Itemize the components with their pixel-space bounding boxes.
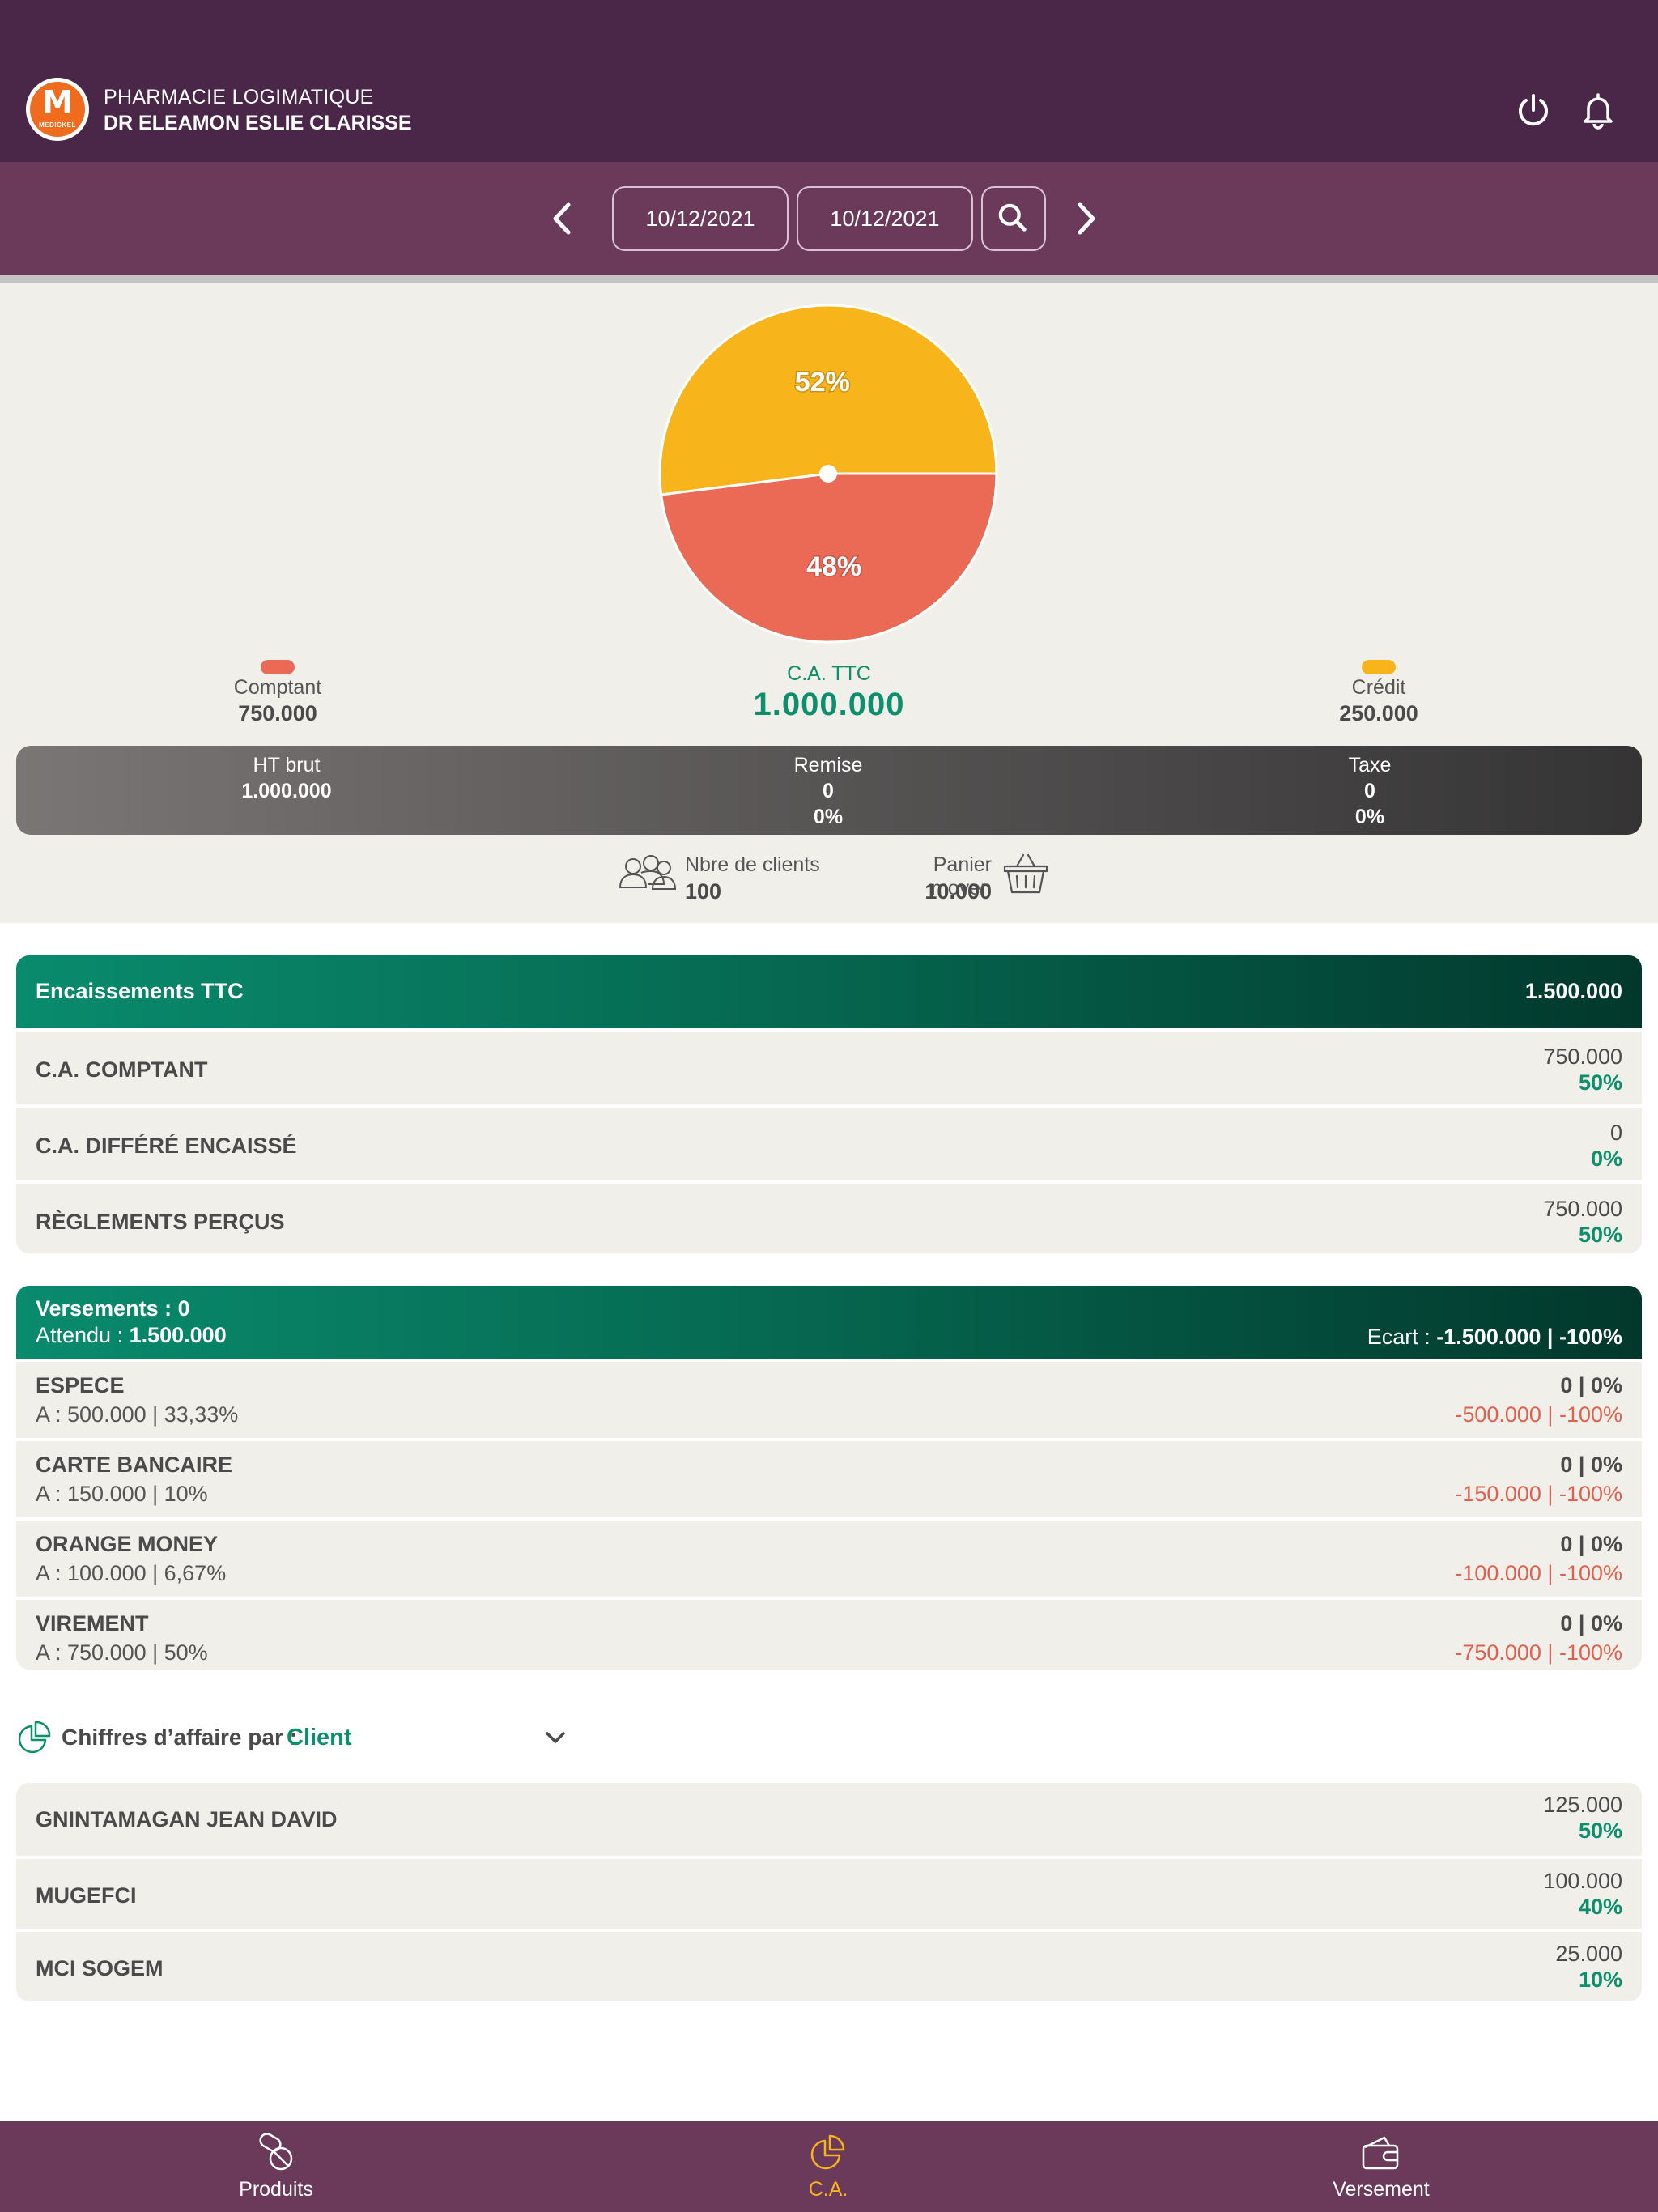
list-item[interactable]: MCI SOGEM 25.000 10% (16, 1929, 1642, 2001)
pie-chart-icon (18, 1721, 51, 1754)
credit-value: 250.000 (1339, 701, 1418, 725)
versements-header: Versements : 0 Attendu : 1.500.000 Ecart… (16, 1286, 1642, 1359)
encaissements-header: Encaissements TTC 1.500.000 (16, 955, 1642, 1028)
search-button[interactable] (981, 186, 1046, 251)
taxe: Taxe 0 0% (1348, 754, 1392, 828)
list-item: C.A. COMPTANT 750.000 50% (16, 1028, 1642, 1104)
tab-versement[interactable]: Versement (1260, 2121, 1503, 2212)
date-from-field[interactable]: 10/12/2021 (612, 186, 789, 251)
pie-slice-label: 48% (806, 551, 861, 582)
chevron-down-icon[interactable] (541, 1725, 570, 1750)
versements-card: Versements : 0 Attendu : 1.500.000 Ecart… (16, 1286, 1642, 1670)
list-item: CARTE BANCAIRE A : 150.000 | 10% 0 | 0% … (16, 1438, 1642, 1517)
bell-icon[interactable] (1575, 87, 1621, 133)
comptant-legend-swatch (261, 660, 295, 674)
pie-center-dot (819, 465, 837, 483)
users-icon (619, 855, 677, 890)
search-icon (998, 203, 1027, 232)
clients-count-label: Nbre de clients (685, 853, 820, 876)
ca-par-label: Chiffres d’affaire par : (62, 1725, 297, 1750)
ca-ttc-value: 1.000.000 (753, 687, 905, 722)
pharmacy-name: PHARMACIE LOGIMATIQUE (104, 86, 374, 108)
average-basket-value: 10.000 (925, 879, 992, 904)
clients-count-value: 100 (685, 879, 722, 904)
list-item: RÈGLEMENTS PERÇUS 750.000 50% (16, 1180, 1642, 1253)
app-logo: M MEDICKEL (26, 78, 89, 141)
bottom-navigation: Produits C.A. Versement (0, 2121, 1658, 2212)
encaissements-total: 1.500.000 (1524, 979, 1622, 1003)
pie-chart-icon (810, 2134, 845, 2170)
divider (0, 275, 1658, 283)
list-item: ORANGE MONEY A : 100.000 | 6,67% 0 | 0% … (16, 1517, 1642, 1597)
list-item: C.A. DIFFÉRÉ ENCAISSÉ 0 0% (16, 1104, 1642, 1180)
remise: Remise 0 0% (793, 754, 863, 828)
comptant-value: 750.000 (238, 701, 317, 725)
ht-brut: HT brut 1.000.000 (241, 754, 332, 802)
power-icon[interactable] (1511, 87, 1556, 133)
comptant-label: Comptant (233, 676, 322, 699)
pie-chart: 52% 48% (658, 304, 998, 644)
versements-title: Versements : 0 (36, 1296, 190, 1321)
previous-date-icon[interactable] (542, 198, 583, 239)
pills-icon (259, 2133, 293, 2171)
credit-legend-swatch (1362, 660, 1396, 674)
ca-par-client-list: GNINTAMAGAN JEAN DAVID 125.000 50% MUGEF… (16, 1783, 1642, 2008)
ca-ttc-label: C.A. TTC (787, 662, 871, 685)
wallet-icon (1362, 2136, 1399, 2170)
encaissements-title: Encaissements TTC (36, 979, 244, 1003)
list-item[interactable]: GNINTAMAGAN JEAN DAVID 125.000 50% (16, 1783, 1642, 1856)
basket-icon (1003, 853, 1048, 894)
list-item[interactable]: MUGEFCI 100.000 40% (16, 1856, 1642, 1929)
list-item: VIREMENT A : 750.000 | 50% 0 | 0% -750.0… (16, 1597, 1642, 1670)
attendu: Attendu : 1.500.000 (36, 1323, 227, 1347)
date-to-field[interactable]: 10/12/2021 (797, 186, 973, 251)
owner-name: DR ELEAMON ESLIE CLARISSE (104, 112, 412, 134)
pie-slice-label: 52% (795, 367, 850, 398)
list-item: ESPECE A : 500.000 | 33,33% 0 | 0% -500.… (16, 1359, 1642, 1438)
ecart: Ecart : -1.500.000 | -100% (1367, 1325, 1622, 1349)
ht-summary-bar: HT brut 1.000.000 Remise 0 0% Taxe 0 0% (16, 746, 1642, 835)
tab-produits[interactable]: Produits (155, 2121, 397, 2212)
next-date-icon[interactable] (1065, 198, 1106, 239)
ca-par-select[interactable]: Client (287, 1725, 352, 1751)
app-header: M MEDICKEL PHARMACIE LOGIMATIQUE DR ELEA… (0, 0, 1658, 162)
encaissements-card: Encaissements TTC 1.500.000 C.A. COMPTAN… (16, 955, 1642, 1253)
credit-label: Crédit (1351, 676, 1406, 699)
tab-ca[interactable]: C.A. (707, 2121, 950, 2212)
